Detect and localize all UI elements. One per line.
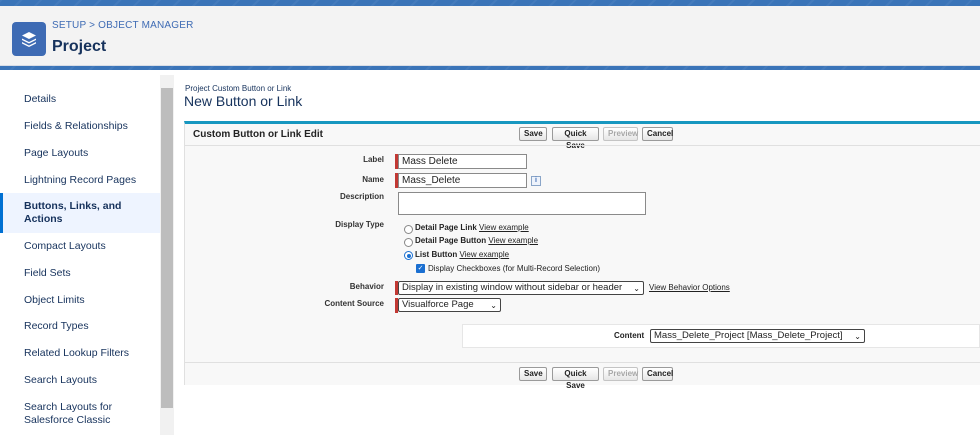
label-field-label: Label <box>363 155 384 164</box>
sidebar-item-label: Search Layouts <box>24 374 97 386</box>
select-value: Display in existing window without sideb… <box>402 282 623 293</box>
preview-button-bottom: Preview <box>603 367 638 381</box>
save-button-bottom[interactable]: Save <box>519 367 547 381</box>
view-example-link[interactable]: View example <box>479 223 529 232</box>
sidebar-item-record-types[interactable]: Record Types <box>0 320 160 333</box>
sidebar-item-lightning-record-pages[interactable]: Lightning Record Pages <box>0 174 160 187</box>
description-field-label: Description <box>339 192 384 201</box>
content-field-label: Content <box>614 331 645 340</box>
content-source-field-label: Content Source <box>324 299 384 308</box>
save-button[interactable]: Save <box>519 127 547 141</box>
sidebar-item-label: Field Sets <box>24 267 71 279</box>
sidebar-item-label: Lightning Record Pages <box>24 174 137 186</box>
sidebar-item-label: Details <box>24 93 57 105</box>
detail-page-button-option: Detail Page Button View example <box>415 236 538 245</box>
sidebar-item-label: Page Layouts <box>24 147 89 159</box>
panel-divider <box>184 362 980 363</box>
view-example-link[interactable]: View example <box>459 250 509 259</box>
sidebar-item-label: Search Layouts for Salesforce Classic <box>24 401 113 426</box>
select-value: Mass_Delete_Project [Mass_Delete_Project… <box>654 330 843 341</box>
sidebar-item-details[interactable]: Details <box>0 93 160 106</box>
display-checkboxes-checkbox[interactable]: ✓ <box>416 264 425 273</box>
list-button-radio[interactable] <box>404 251 413 260</box>
description-textarea[interactable] <box>398 192 646 215</box>
sidebar-item-buttons-links-actions[interactable]: Buttons, Links, and Actions <box>0 193 160 233</box>
sidebar-item-search-layouts-classic[interactable]: Search Layouts for Salesforce Classic <box>0 401 160 427</box>
sidebar-item-compact-layouts[interactable]: Compact Layouts <box>0 240 160 253</box>
display-checkboxes-label: Display Checkboxes (for Multi-Record Sel… <box>428 264 601 273</box>
layers-icon <box>12 22 46 56</box>
quick-save-button-bottom[interactable]: Quick Save <box>552 367 599 390</box>
sidebar-scrollbar-thumb[interactable] <box>161 88 173 408</box>
select-value: Visualforce Page <box>402 299 474 310</box>
view-example-link[interactable]: View example <box>488 236 538 245</box>
sidebar-item-label: Record Types <box>24 320 89 332</box>
sidebar-item-label: Buttons, Links, and Actions <box>24 200 122 225</box>
sidebar-item-fields-relationships[interactable]: Fields & Relationships <box>0 120 160 133</box>
main-title: New Button or Link <box>184 93 303 109</box>
name-input[interactable]: Mass_Delete <box>398 173 527 188</box>
detail-page-link-radio[interactable] <box>404 225 413 234</box>
chevron-down-icon: ⌄ <box>490 301 497 310</box>
sidebar-item-label: Fields & Relationships <box>24 120 128 132</box>
preview-button: Preview <box>603 127 638 141</box>
list-button-option: List Button View example <box>415 250 509 259</box>
cancel-button[interactable]: Cancel <box>642 127 673 141</box>
option-label: Detail Page Button <box>415 236 487 245</box>
behavior-field-label: Behavior <box>349 282 384 291</box>
display-type-field-label: Display Type <box>335 220 384 229</box>
cancel-button-bottom[interactable]: Cancel <box>642 367 673 381</box>
sidebar-item-label: Related Lookup Filters <box>24 347 130 359</box>
breadcrumb[interactable]: SETUP > OBJECT MANAGER <box>52 20 194 31</box>
view-behavior-options-link[interactable]: View Behavior Options <box>649 283 730 292</box>
chevron-down-icon: ⌄ <box>633 284 640 293</box>
sidebar-item-object-limits[interactable]: Object Limits <box>0 294 160 307</box>
content-select[interactable]: Mass_Delete_Project [Mass_Delete_Project… <box>650 329 865 343</box>
panel-heading: Custom Button or Link Edit <box>193 129 323 140</box>
behavior-select[interactable]: Display in existing window without sideb… <box>398 281 644 295</box>
option-label: Detail Page Link <box>415 223 477 232</box>
sidebar-item-label: Object Limits <box>24 294 85 306</box>
panel-divider <box>184 145 980 146</box>
sidebar-item-label: Compact Layouts <box>24 240 106 252</box>
page-title: Project <box>52 38 107 55</box>
label-input[interactable]: Mass Delete <box>398 154 527 169</box>
detail-page-button-radio[interactable] <box>404 238 413 247</box>
option-label: List Button <box>415 250 458 259</box>
sidebar-item-field-sets[interactable]: Field Sets <box>0 267 160 280</box>
quick-save-button[interactable]: Quick Save <box>552 127 599 150</box>
sidebar-item-related-lookup-filters[interactable]: Related Lookup Filters <box>0 347 160 360</box>
chevron-down-icon: ⌄ <box>854 332 861 341</box>
object-header: SETUP > OBJECT MANAGER Project <box>0 6 980 66</box>
sidebar-item-page-layouts[interactable]: Page Layouts <box>0 147 160 160</box>
name-field-label: Name <box>362 175 384 184</box>
sidebar-item-search-layouts[interactable]: Search Layouts <box>0 374 160 387</box>
page-subtitle: Project Custom Button or Link <box>185 84 292 93</box>
info-icon[interactable]: i <box>531 176 541 186</box>
content-source-select[interactable]: Visualforce Page ⌄ <box>398 298 501 312</box>
detail-page-link-option: Detail Page Link View example <box>415 223 529 232</box>
